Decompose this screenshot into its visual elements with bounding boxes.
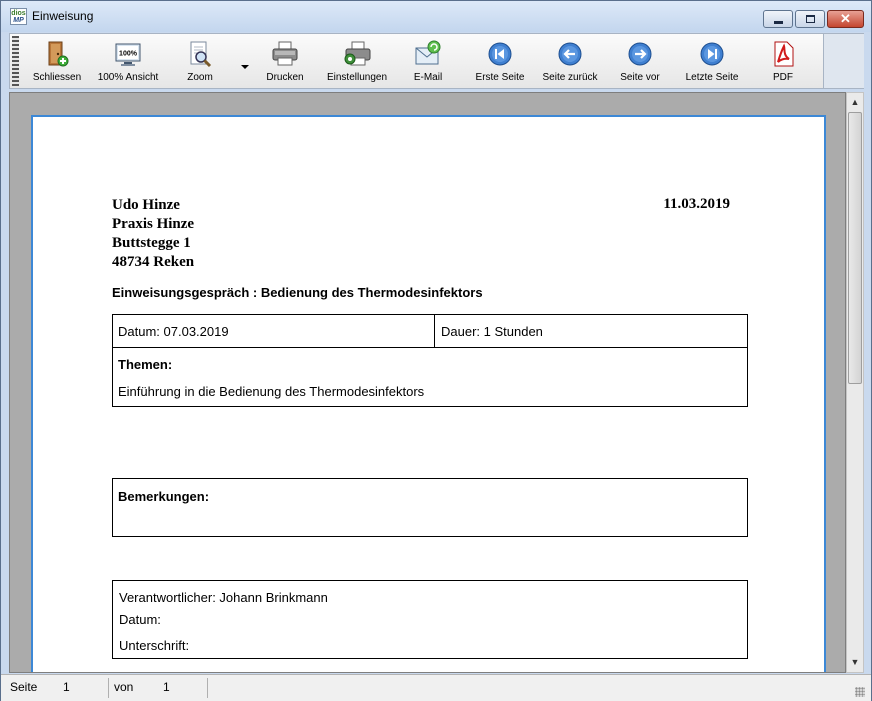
status-bar: Seite 1 von 1 — [1, 674, 871, 701]
toolbar-grip[interactable] — [12, 36, 19, 86]
door-exit-icon — [48, 41, 69, 67]
next-page-button[interactable]: Seite vor — [612, 34, 668, 88]
minimize-button[interactable] — [763, 10, 793, 28]
first-page-button[interactable]: Erste Seite — [470, 34, 530, 88]
training-date: Datum: 07.03.2019 — [118, 324, 229, 339]
pdf-icon — [774, 41, 794, 67]
zoom-button[interactable]: Zoom — [170, 34, 230, 88]
zoom-label: Zoom — [187, 72, 213, 83]
document-page: Udo Hinze Praxis Hinze Buttstegge 1 4873… — [31, 115, 826, 672]
app-logo-text-top: dios — [11, 10, 26, 17]
status-separator — [207, 678, 208, 698]
status-separator — [108, 678, 109, 698]
print-button[interactable]: Drucken — [258, 34, 312, 88]
title-bar: dios MP Einweisung ✕ — [1, 1, 871, 32]
close-window-button[interactable]: ✕ — [827, 10, 864, 28]
close-preview-button[interactable]: Schliessen — [24, 34, 90, 88]
document-date: 11.03.2019 — [663, 196, 730, 212]
signature-line: Unterschrift: — [119, 638, 190, 653]
minimize-icon — [774, 21, 783, 24]
monitor-100-icon: 100% — [115, 43, 141, 66]
print-settings-button[interactable]: Einstellungen — [320, 34, 394, 88]
first-page-icon — [488, 42, 512, 66]
document-subject: Einweisungsgespräch : Bedienung des Ther… — [112, 285, 483, 300]
page-label: Seite — [10, 680, 38, 694]
actual-size-button[interactable]: 100% 100% Ansicht — [92, 34, 164, 88]
column-divider — [434, 315, 435, 348]
toolbar: Schliessen 100% 100% Ansicht Zoom Drucke… — [9, 33, 824, 89]
maximize-button[interactable] — [795, 10, 825, 28]
printer-icon — [272, 41, 298, 66]
pdf-export-button[interactable]: PDF — [758, 34, 808, 88]
signature-date: Datum: — [119, 612, 161, 627]
window-title: Einweisung — [32, 9, 94, 23]
app-logo-icon: dios MP — [10, 8, 27, 25]
printer-settings-icon — [344, 41, 371, 66]
current-page-value: 1 — [63, 680, 70, 694]
previous-page-icon — [558, 42, 582, 66]
print-settings-label: Einstellungen — [326, 72, 388, 83]
address-line-name: Udo Hinze — [112, 197, 180, 213]
preview-viewport[interactable]: Udo Hinze Praxis Hinze Buttstegge 1 4873… — [9, 92, 846, 673]
email-label: E-Mail — [413, 72, 443, 83]
first-page-label: Erste Seite — [475, 72, 525, 83]
print-preview-window: dios MP Einweisung ✕ Schliessen 100% 100… — [0, 0, 872, 701]
total-pages-value: 1 — [163, 680, 170, 694]
last-page-button[interactable]: Letzte Seite — [678, 34, 746, 88]
close-preview-label: Schliessen — [32, 72, 82, 83]
svg-text:100%: 100% — [119, 51, 138, 58]
app-logo-text-bottom: MP — [13, 17, 24, 24]
recipient-address: Udo Hinze Praxis Hinze Buttstegge 1 4873… — [112, 196, 194, 272]
zoom-dropdown-arrow-icon[interactable] — [239, 63, 251, 73]
remarks-box: Bemerkungen: — [112, 478, 748, 537]
next-page-icon — [628, 42, 652, 66]
actual-size-label: 100% Ansicht — [97, 72, 159, 83]
email-button[interactable]: E-Mail — [402, 34, 454, 88]
maximize-icon — [806, 15, 815, 23]
address-line-practice: Praxis Hinze — [112, 216, 195, 232]
print-label: Drucken — [266, 72, 304, 83]
signature-box: Verantwortlicher: Johann Brinkmann Datum… — [112, 580, 748, 659]
training-duration: Dauer: 1 Stunden — [441, 324, 543, 339]
zoom-icon — [190, 41, 212, 68]
toolbar-empty-area — [824, 33, 864, 89]
scrollbar-thumb[interactable] — [848, 112, 862, 384]
close-icon: ✕ — [840, 11, 851, 26]
address-line-street: Buttstegge 1 — [112, 235, 191, 251]
scroll-down-arrow-icon[interactable]: ▼ — [847, 654, 863, 671]
last-page-label: Letzte Seite — [685, 72, 739, 83]
address-line-city: 48734 Reken — [112, 254, 195, 270]
topics-heading: Themen: — [118, 357, 173, 372]
responsible-person: Verantwortlicher: Johann Brinkmann — [119, 590, 328, 605]
vertical-scrollbar[interactable]: ▲ ▼ — [846, 92, 864, 673]
pdf-export-label: PDF — [773, 72, 793, 83]
scroll-up-arrow-icon[interactable]: ▲ — [847, 94, 863, 111]
next-page-label: Seite vor — [620, 72, 660, 83]
email-icon — [415, 40, 441, 65]
topics-text: Einführung in die Bedienung des Thermode… — [118, 384, 425, 399]
previous-page-label: Seite zurück — [542, 72, 598, 83]
last-page-icon — [700, 42, 724, 66]
previous-page-button[interactable]: Seite zurück — [538, 34, 602, 88]
remarks-heading: Bemerkungen: — [118, 489, 210, 504]
resize-grip-icon[interactable] — [855, 687, 865, 697]
of-label: von — [114, 680, 134, 694]
training-details-box: Datum: 07.03.2019 Dauer: 1 Stunden Theme… — [112, 314, 748, 407]
